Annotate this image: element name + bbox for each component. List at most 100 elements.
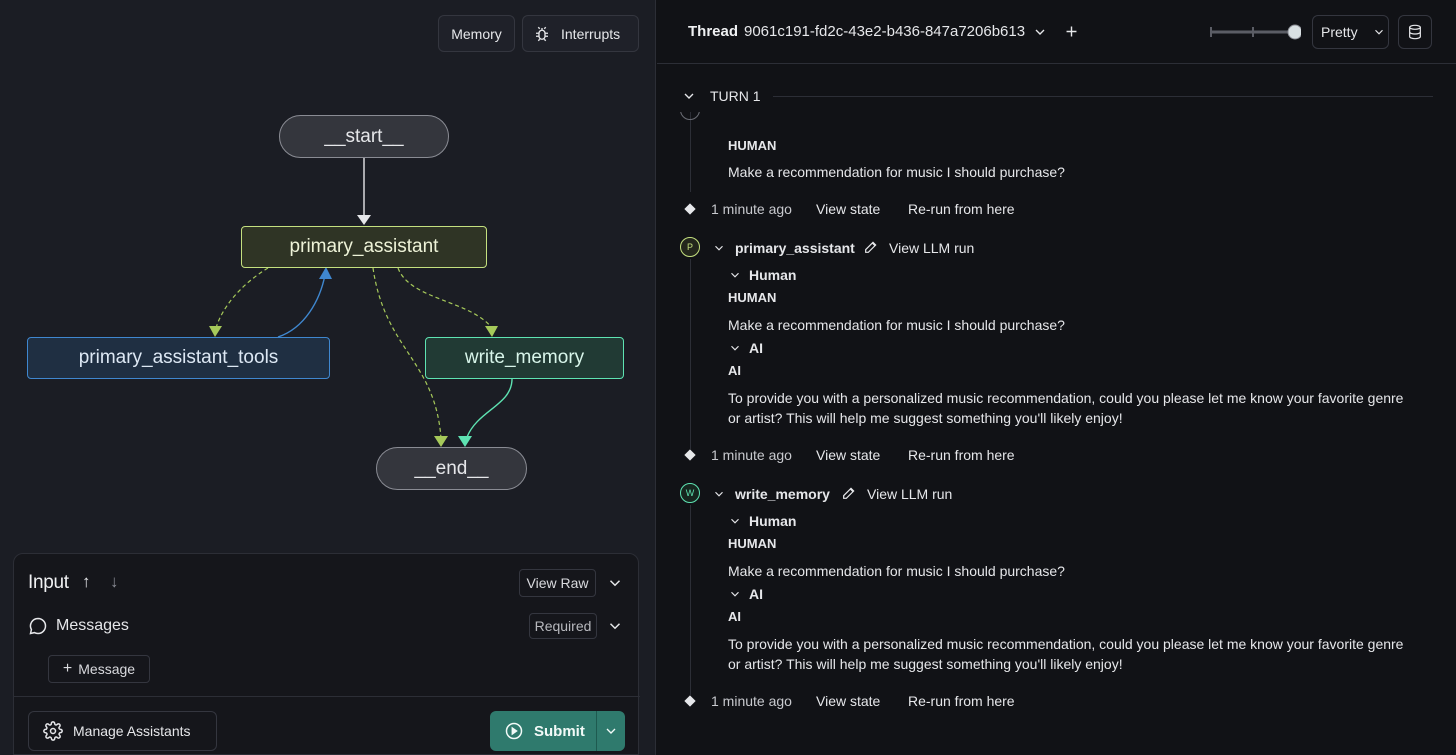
chevron-down-icon <box>606 728 616 734</box>
avatar: P <box>680 237 700 257</box>
view-state-link[interactable]: View state <box>816 447 880 463</box>
node-primary-assistant-tools-label: primary_assistant_tools <box>78 347 279 368</box>
ai-toggle[interactable]: AI <box>749 340 763 356</box>
view-state-link[interactable]: View state <box>816 693 880 709</box>
human-toggle[interactable]: Human <box>749 513 796 529</box>
avatar <box>680 112 700 120</box>
timeline-line <box>690 505 691 695</box>
graph-panel: Memory Interrupts __start__ primary_assi… <box>0 0 656 755</box>
chevron-down-icon[interactable] <box>728 587 742 601</box>
timeline-line <box>690 112 691 192</box>
interrupts-button-label: Interrupts <box>561 25 621 42</box>
turn-label: TURN 1 <box>710 88 761 104</box>
submit-dropdown[interactable] <box>597 723 625 739</box>
thread-panel: Thread 9061c191-fd2c-43e2-b436-847a7206b… <box>657 0 1456 755</box>
arrow-up-icon[interactable]: ↑ <box>82 572 91 592</box>
checkpoint-icon <box>684 449 696 461</box>
chevron-down-icon <box>1374 29 1383 35</box>
required-label: Required <box>534 618 592 634</box>
input-panel: Input ↑ ↓ View Raw Messages Required + M… <box>13 553 640 755</box>
chevron-down-icon[interactable] <box>728 268 742 282</box>
node-primary-assistant-tools[interactable]: primary_assistant_tools <box>27 337 330 379</box>
checkpoint-icon <box>684 695 696 707</box>
message-content: To provide you with a personalized music… <box>728 390 1404 426</box>
message-bubble-icon <box>29 617 47 635</box>
node-primary-assistant-label: primary_assistant <box>289 236 439 257</box>
graph-canvas: __start__ primary_assistant primary_assi… <box>0 60 656 540</box>
turn-divider <box>772 95 1433 97</box>
message-content: Make a recommendation for music I should… <box>728 164 1065 180</box>
node-start-label: __start__ <box>324 125 404 147</box>
view-mode-select[interactable]: Pretty <box>1312 15 1389 49</box>
node-write-memory[interactable]: write_memory <box>425 337 624 379</box>
chevron-down-icon[interactable] <box>712 487 726 501</box>
node-end-label: __end__ <box>414 457 489 479</box>
memory-button-label: Memory <box>451 25 502 42</box>
input-title: Input <box>28 572 69 593</box>
view-llm-run-link[interactable]: View LLM run <box>867 486 952 502</box>
rerun-link[interactable]: Re-run from here <box>908 447 1015 463</box>
history-slider[interactable] <box>1209 24 1301 40</box>
bug-icon <box>536 26 548 41</box>
avatar: W <box>680 483 700 503</box>
ai-toggle[interactable]: AI <box>749 586 763 602</box>
gear-icon <box>43 721 63 741</box>
timestamp: 1 minute ago <box>711 201 792 217</box>
messages-label: Messages <box>56 617 129 634</box>
rerun-link[interactable]: Re-run from here <box>908 693 1015 709</box>
view-state-link[interactable]: View state <box>816 201 880 217</box>
message-role: HUMAN <box>728 536 777 551</box>
view-raw-button[interactable]: View Raw <box>519 569 596 597</box>
message-role: HUMAN <box>728 138 777 153</box>
thread-label: Thread <box>688 23 739 40</box>
node-start[interactable]: __start__ <box>279 115 449 158</box>
chevron-down-icon[interactable] <box>728 341 742 355</box>
rerun-link[interactable]: Re-run from here <box>908 201 1015 217</box>
node-primary-assistant[interactable]: primary_assistant <box>241 226 487 268</box>
chevron-down-icon[interactable] <box>606 574 624 592</box>
chevron-down-icon[interactable] <box>1032 24 1048 40</box>
arrow-down-icon[interactable]: ↓ <box>110 572 119 592</box>
add-message-label: Message <box>78 661 136 677</box>
message-role: HUMAN <box>728 290 777 305</box>
message-content: To provide you with a personalized music… <box>728 636 1404 672</box>
play-icon <box>505 722 523 740</box>
plus-icon: + <box>62 660 73 677</box>
checkpoint-icon <box>684 203 696 215</box>
pencil-icon[interactable] <box>841 485 857 501</box>
message-role: AI <box>728 363 741 378</box>
view-mode-label: Pretty <box>1321 24 1358 40</box>
chevron-down-icon[interactable] <box>728 514 742 528</box>
interrupts-button[interactable]: Interrupts <box>522 15 639 52</box>
database-icon <box>1409 24 1421 40</box>
message-role: AI <box>728 609 741 624</box>
plus-icon[interactable] <box>1063 23 1080 40</box>
pencil-icon[interactable] <box>863 239 879 255</box>
add-message-button[interactable]: + Message <box>48 655 150 683</box>
manage-assistants-label: Manage Assistants <box>73 723 191 739</box>
turn-header[interactable]: TURN 1 <box>681 88 1433 104</box>
chevron-down-icon <box>684 93 694 99</box>
required-badge: Required <box>529 613 597 639</box>
timestamp: 1 minute ago <box>711 693 792 709</box>
chevron-down-icon[interactable] <box>712 241 726 255</box>
human-toggle[interactable]: Human <box>749 267 796 283</box>
message-content: Make a recommendation for music I should… <box>728 563 1065 579</box>
timeline-line <box>690 259 691 449</box>
message-content: Make a recommendation for music I should… <box>728 317 1065 333</box>
messages-row: Messages <box>28 616 129 636</box>
message-feed: HUMAN Make a recommendation for music I … <box>657 112 1456 755</box>
node-name: write_memory <box>735 486 830 502</box>
node-end[interactable]: __end__ <box>376 447 527 490</box>
database-button[interactable] <box>1398 15 1432 49</box>
node-name: primary_assistant <box>735 240 855 256</box>
timestamp: 1 minute ago <box>711 447 792 463</box>
submit-button[interactable]: Submit <box>490 711 597 751</box>
divider <box>14 696 640 697</box>
submit-label: Submit <box>534 722 585 740</box>
memory-button[interactable]: Memory <box>438 15 515 52</box>
manage-assistants-button[interactable]: Manage Assistants <box>28 711 217 751</box>
view-llm-run-link[interactable]: View LLM run <box>889 240 974 256</box>
thread-id-select[interactable]: 9061c191-fd2c-43e2-b436-847a7206b613 <box>744 23 1025 40</box>
chevron-down-icon[interactable] <box>606 617 624 635</box>
